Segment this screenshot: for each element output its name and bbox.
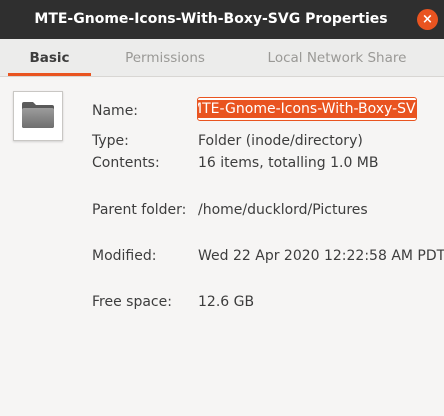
modified-value: Wed 22 Apr 2020 12:22:58 AM PDT: [198, 248, 444, 264]
modified-label: Modified:: [92, 248, 157, 264]
properties-window: MTE-Gnome-Icons-With-Boxy-SVG Properties…: [0, 0, 444, 416]
name-label: Name:: [92, 103, 139, 119]
close-icon: ×: [422, 12, 433, 27]
free-space-label: Free space:: [92, 294, 172, 310]
parent-folder-value: /home/ducklord/Pictures: [198, 202, 368, 218]
tab-local-network-share[interactable]: Local Network Share: [250, 39, 424, 76]
close-button[interactable]: ×: [417, 9, 438, 30]
tab-basic[interactable]: Basic: [8, 39, 91, 76]
folder-thumbnail[interactable]: [13, 91, 63, 141]
name-field-value: MTE-Gnome-Icons-With-Boxy-SVG: [197, 100, 417, 118]
name-field[interactable]: MTE-Gnome-Icons-With-Boxy-SVG: [197, 97, 417, 121]
window-title: MTE-Gnome-Icons-With-Boxy-SVG Properties: [34, 11, 388, 27]
free-space-value: 12.6 GB: [198, 294, 255, 310]
basic-panel: Name: MTE-Gnome-Icons-With-Boxy-SVG Type…: [0, 77, 444, 416]
type-value: Folder (inode/directory): [198, 133, 363, 149]
tab-bar: Basic Permissions Local Network Share: [0, 39, 444, 77]
type-label: Type:: [92, 133, 129, 149]
contents-label: Contents:: [92, 155, 160, 171]
tab-permissions[interactable]: Permissions: [110, 39, 220, 76]
title-bar[interactable]: MTE-Gnome-Icons-With-Boxy-SVG Properties…: [0, 0, 444, 39]
parent-folder-label: Parent folder:: [92, 202, 187, 218]
folder-icon: [22, 102, 54, 128]
contents-value: 16 items, totalling 1.0 MB: [198, 155, 379, 171]
